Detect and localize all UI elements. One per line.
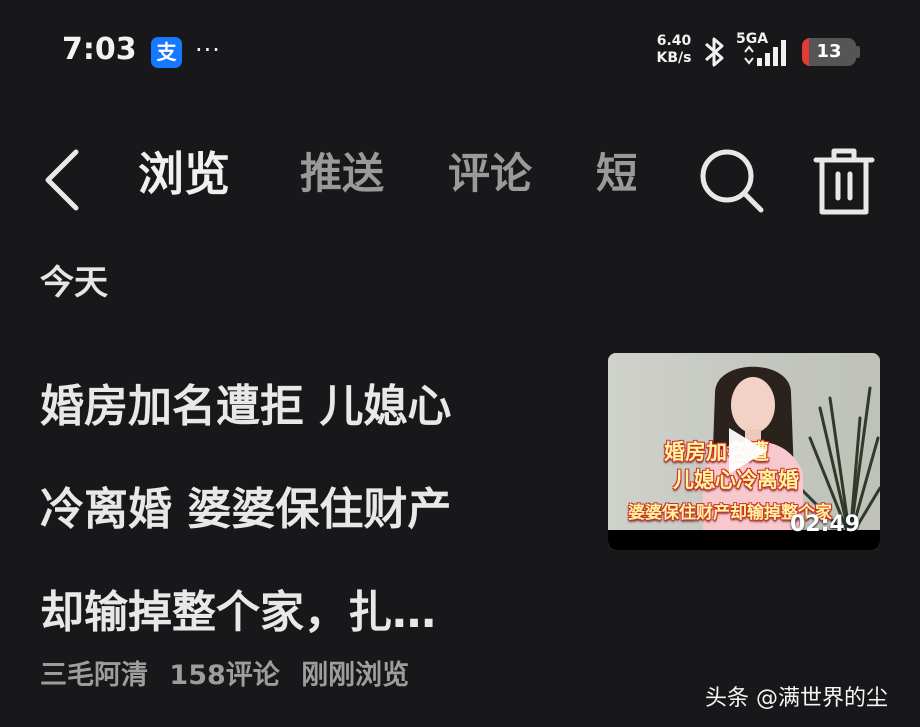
tab-short[interactable]: 短 bbox=[596, 148, 636, 200]
news-title-line: 却输掉整个家，扎… bbox=[40, 587, 436, 638]
more-notifications-icon: ··· bbox=[195, 36, 221, 64]
news-title-line: 冷离婚 婆婆保住财产 bbox=[40, 484, 452, 535]
alipay-icon: 支 bbox=[151, 37, 182, 68]
video-thumbnail[interactable]: 婚房加名遭 儿媳心冷离婚 婆婆保住财产却输掉整个家 02:49 bbox=[608, 353, 880, 550]
news-title-line: 婚房加名遭拒 儿媳心 bbox=[40, 381, 452, 432]
news-title[interactable]: 婚房加名遭拒 儿媳心 冷离婚 婆婆保住财产 却输掉整个家，扎… bbox=[40, 355, 590, 664]
tab-push[interactable]: 推送 bbox=[300, 148, 384, 200]
author-name[interactable]: 三毛阿清 bbox=[40, 660, 148, 691]
play-icon[interactable] bbox=[725, 425, 769, 477]
comment-count: 158评论 bbox=[169, 660, 280, 691]
section-title-today: 今天 bbox=[40, 263, 108, 303]
search-icon[interactable] bbox=[695, 140, 767, 220]
video-duration: 02:49 bbox=[789, 512, 860, 537]
battery-cap bbox=[856, 46, 860, 58]
chevron-left-icon[interactable] bbox=[38, 140, 88, 220]
battery-level: 13 bbox=[816, 41, 842, 62]
network-speed-value: 6.40 bbox=[656, 33, 692, 49]
top-nav-bar: 浏览 推送 评论 短 bbox=[0, 130, 920, 220]
signal-strength-icon bbox=[744, 40, 786, 66]
viewed-time: 刚刚浏览 bbox=[301, 660, 410, 691]
trash-icon[interactable] bbox=[812, 140, 876, 220]
tab-comments[interactable]: 评论 bbox=[448, 148, 532, 200]
status-bar: 7:03 支 ··· 6.40 KB/s 5GA 13 bbox=[0, 0, 920, 100]
tab-short-clip: 短 bbox=[596, 148, 636, 208]
network-speed: 6.40 KB/s bbox=[653, 33, 695, 67]
network-speed-unit: KB/s bbox=[656, 50, 692, 66]
bluetooth-icon bbox=[705, 37, 724, 67]
battery-indicator: 13 bbox=[802, 38, 856, 66]
status-time: 7:03 bbox=[62, 32, 137, 67]
watermark: 头条 @满世界的尘 bbox=[705, 686, 888, 711]
news-meta: 三毛阿清 158评论 刚刚浏览 bbox=[40, 653, 421, 692]
tab-browse[interactable]: 浏览 bbox=[138, 148, 230, 200]
